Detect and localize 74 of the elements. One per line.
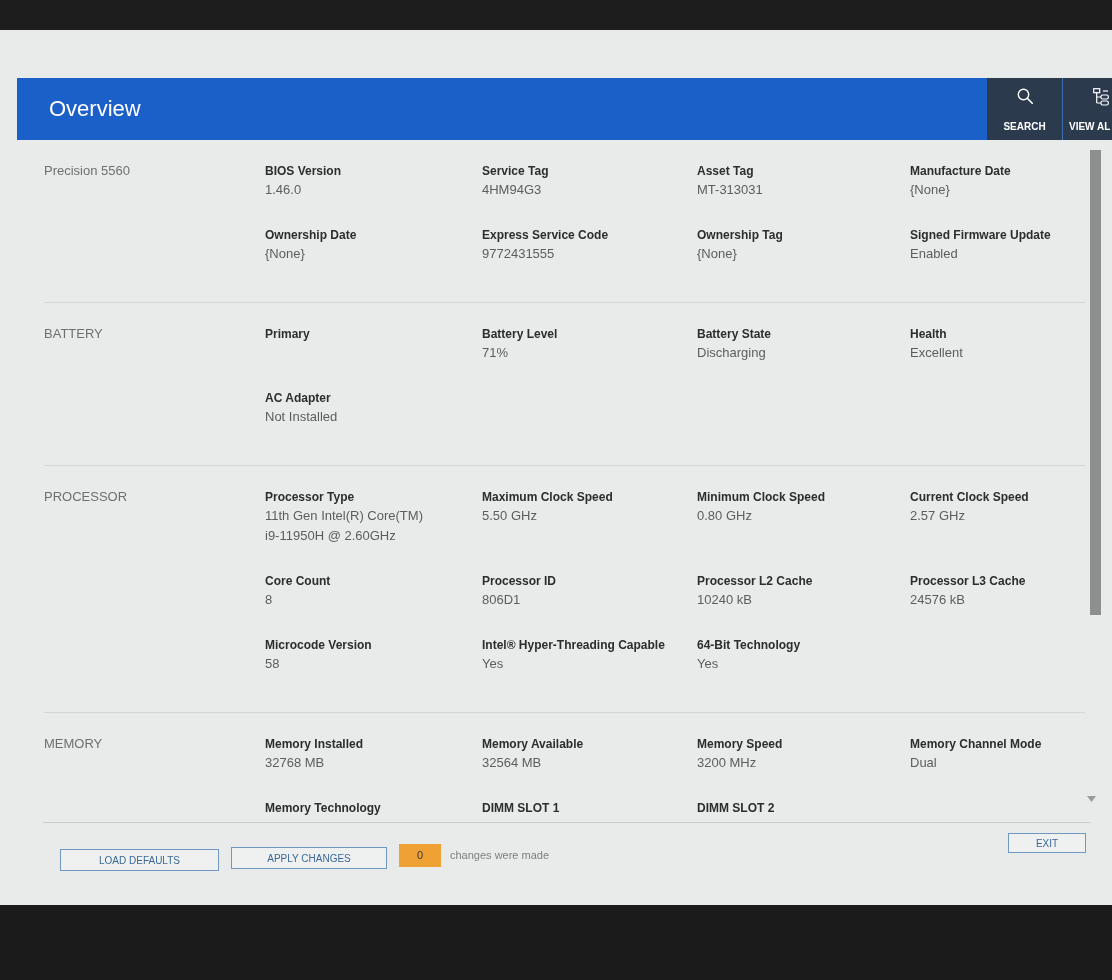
field-label: Ownership Tag: [697, 227, 783, 244]
field-value: 0.80 GHz: [697, 507, 752, 525]
field-value: 10240 kB: [697, 591, 752, 609]
field-label: Processor L2 Cache: [697, 573, 813, 590]
field-value: 1.46.0: [265, 181, 302, 199]
field-label: Minimum Clock Speed: [697, 489, 826, 506]
field-label: Battery Level: [482, 326, 558, 343]
field-value: {None}: [265, 245, 305, 263]
field-value: 71%: [482, 344, 509, 362]
field-label: AC Adapter: [265, 390, 331, 407]
status-text: changes were made: [450, 848, 550, 863]
field-label: Memory Technology: [265, 800, 381, 817]
field-value: Enabled: [910, 245, 958, 263]
field-value: 24576 kB: [910, 591, 965, 609]
field-value: 4HM94G3: [482, 181, 542, 199]
field-label: Current Clock Speed: [910, 489, 1029, 506]
search-icon: [1016, 88, 1033, 104]
field-value: Dual: [910, 754, 937, 772]
field-value: {None}: [697, 245, 737, 263]
section-title: PROCESSOR: [44, 488, 129, 506]
field-label: Primary: [265, 326, 310, 343]
field-value: Yes: [482, 655, 504, 673]
field-value: 2.57 GHz: [910, 507, 965, 525]
field-value: {None}: [910, 181, 950, 199]
field-label: Microcode Version: [265, 637, 372, 654]
field-label: Intel® Hyper-Threading Capable: [482, 637, 665, 654]
field-value: 58: [265, 655, 280, 673]
field-value: 32768 MB: [265, 754, 325, 772]
section-title: Precision 5560: [44, 162, 131, 180]
field-label: Core Count: [265, 573, 331, 590]
field-label: Health: [910, 326, 947, 343]
change-count-badge: 0: [399, 844, 441, 867]
field-value: 9772431555: [482, 245, 555, 263]
field-value: 32564 MB: [482, 754, 542, 772]
field-label: Signed Firmware Update: [910, 227, 1051, 244]
field-label: Express Service Code: [482, 227, 609, 244]
view-all-button[interactable]: VIEW AL: [1062, 78, 1112, 140]
field-label: Memory Installed: [265, 736, 364, 753]
field-label: Maximum Clock Speed: [482, 489, 613, 506]
field-value: Excellent: [910, 344, 963, 362]
field-label: Battery State: [697, 326, 772, 343]
field-value: 3200 MHz: [697, 754, 757, 772]
field-value: 5.50 GHz: [482, 507, 537, 525]
caret-down-icon[interactable]: [1087, 796, 1096, 802]
field-value: Not Installed: [265, 408, 338, 426]
section-title: MEMORY: [44, 735, 104, 753]
field-label: Processor ID: [482, 573, 557, 590]
field-label: Ownership Date: [265, 227, 357, 244]
scrollbar-thumb[interactable]: [1090, 150, 1101, 615]
field-value: MT-313031: [697, 181, 763, 199]
field-label: Memory Channel Mode: [910, 736, 1042, 753]
field-value: Yes: [697, 655, 719, 673]
field-label: BIOS Version: [265, 163, 342, 180]
footer-button[interactable]: APPLY CHANGES: [231, 847, 387, 869]
field-value: 806D1: [482, 591, 521, 609]
field-label: 64-Bit Technology: [697, 637, 801, 654]
field-value: 11th Gen Intel(R) Core(TM) i9-11950H @ 2.60GHz: [265, 507, 424, 545]
field-label: Processor Type: [265, 489, 355, 506]
footer-button[interactable]: LOAD DEFAULTS: [60, 849, 219, 871]
field-label: Memory Available: [482, 736, 584, 753]
field-value: 8: [265, 591, 273, 609]
search-button[interactable]: SEARCH: [987, 78, 1062, 140]
field-value: Discharging: [697, 344, 766, 362]
field-label: DIMM SLOT 1: [482, 800, 560, 817]
field-label: DIMM SLOT 2: [697, 800, 775, 817]
field-label: Processor L3 Cache: [910, 573, 1026, 590]
page-title: Overview: [49, 95, 141, 123]
field-label: Memory Speed: [697, 736, 783, 753]
hierarchy-icon: [1093, 88, 1109, 106]
exit-button[interactable]: EXIT: [1008, 833, 1086, 853]
field-label: Asset Tag: [697, 163, 754, 180]
field-label: Manufacture Date: [910, 163, 1011, 180]
field-label: Service Tag: [482, 163, 549, 180]
section-title: BATTERY: [44, 325, 104, 343]
